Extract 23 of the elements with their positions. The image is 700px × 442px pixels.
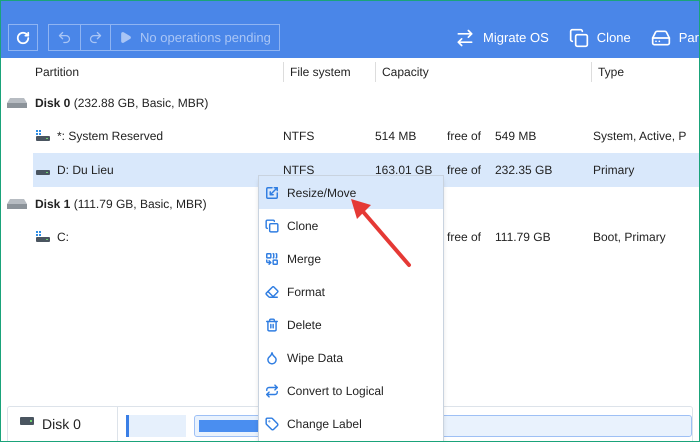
partition-name: C: — [57, 229, 69, 246]
disk-map-label: Disk 0 — [42, 417, 81, 431]
table-cell: Primary — [593, 163, 634, 177]
table-cell: 549 MB — [495, 129, 536, 143]
table-cell: free of — [447, 129, 482, 143]
column-header: Type — [598, 64, 624, 81]
table-cell: NTFS — [283, 129, 314, 143]
partition-name: D: Du Lieu — [57, 162, 114, 179]
table-cell: 514 MB — [375, 129, 416, 143]
column-header: Capacity — [382, 64, 429, 81]
table-cell: 232.35 GB — [495, 163, 552, 177]
table-cell: free of — [447, 230, 482, 244]
disk-label: Disk 0 (232.88 GB, Basic, MBR) — [35, 94, 208, 112]
table-cell: System, Active, P — [593, 129, 686, 143]
table-cell: NTFS — [283, 163, 314, 177]
table-cell: free of — [447, 163, 482, 177]
column-header: File system — [290, 64, 351, 81]
disk-label: Disk 1 (111.79 GB, Basic, MBR) — [35, 196, 207, 212]
partition-name: *: System Reserved — [57, 128, 164, 145]
table-cell: 111.79 GB — [495, 230, 551, 244]
table-cell: Boot, Primary — [593, 230, 666, 244]
column-header: Partition — [35, 64, 80, 81]
table-cell: 163.01 GB — [375, 163, 432, 177]
